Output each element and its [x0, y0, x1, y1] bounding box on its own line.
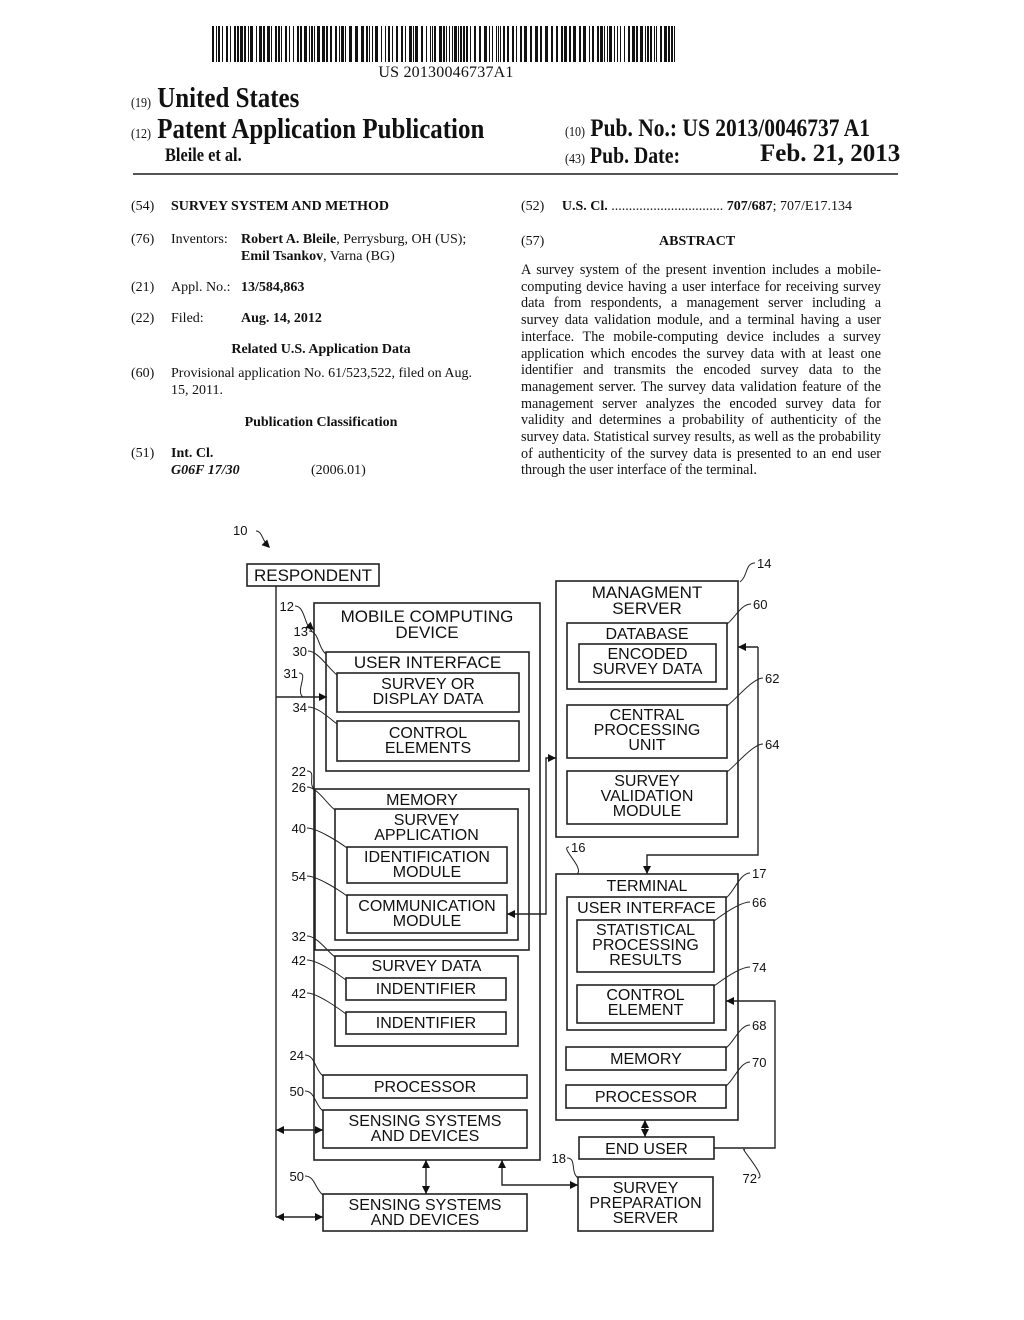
stat-results-label: RESULTS	[609, 952, 682, 969]
comm-mgmt-link	[507, 757, 556, 915]
terminal-enduser-link-arrowhead	[641, 1120, 649, 1128]
ref-numeral-survey-data: 32	[292, 929, 306, 944]
ref-numeral-validation: 64	[765, 737, 779, 752]
enduser-control-loop-arrowhead	[726, 997, 734, 1005]
leader-line	[304, 1175, 324, 1196]
ref-numeral-survey-app: 26	[292, 780, 306, 795]
sensing-inner-label: AND DEVICES	[371, 1128, 479, 1145]
ref-numeral-system: 10	[233, 523, 247, 538]
ref-numeral-sensing-outer: 50	[290, 1169, 304, 1184]
ref-numeral-survey-prep: 18	[552, 1151, 566, 1166]
memory-label: MEMORY	[386, 792, 458, 809]
survey-prep-link-arrowhead	[570, 1181, 578, 1189]
leader-line	[306, 959, 347, 981]
sensing-inner-link-arrowhead	[276, 1126, 284, 1134]
ident-module-label: MODULE	[393, 864, 461, 881]
leader-line	[306, 935, 336, 958]
control-element-label: ELEMENT	[608, 1002, 684, 1019]
ref-numeral-sensing-inner: 50	[290, 1084, 304, 1099]
comm-module-label: MODULE	[393, 913, 461, 930]
cpu-label: UNIT	[628, 737, 666, 754]
mobile-sensing-link-arrowhead	[422, 1160, 430, 1168]
ref-numeral-terminal-memory: 68	[752, 1018, 766, 1033]
ref-numeral-mgmt-server: 14	[757, 556, 771, 571]
database-label: DATABASE	[606, 626, 689, 643]
mobile-label: DEVICE	[395, 623, 458, 642]
ref-numeral-terminal: 16	[571, 840, 585, 855]
mgmt-feedback-arrow-arrowhead	[738, 643, 746, 651]
ref-numeral-ident-module: 40	[292, 821, 306, 836]
leader-line	[713, 966, 751, 987]
terminal-enduser-link-arrowhead	[641, 1129, 649, 1137]
comm-mgmt-link-arrowhead	[507, 910, 515, 918]
sensing-outer-label: AND DEVICES	[371, 1212, 479, 1229]
survey-prep-link-arrowhead	[498, 1160, 506, 1168]
ref-numeral-identifier2: 42	[292, 986, 306, 1001]
terminal-ui-label: USER INTERFACE	[577, 900, 716, 917]
terminal-processor-label: PROCESSOR	[595, 1089, 697, 1106]
mgmt-server-label: SERVER	[612, 599, 682, 618]
ref-numeral-mobile: 12	[280, 599, 294, 614]
system-ref-arrowhead	[261, 539, 270, 548]
leader-line	[306, 992, 347, 1015]
survey-data-label: SURVEY DATA	[372, 958, 482, 975]
ref-numeral-loop72: 72	[743, 1171, 757, 1186]
leader-line	[739, 562, 756, 583]
mgmt-terminal-link	[646, 647, 759, 874]
leader-line	[566, 1157, 579, 1179]
respondent-label: RESPONDENT	[254, 566, 372, 585]
validation-label: MODULE	[613, 803, 681, 820]
comm-mgmt-link-arrowhead	[548, 754, 556, 762]
ref-numeral-database: 60	[753, 597, 767, 612]
leader-line	[306, 827, 348, 849]
ref-numeral-terminal-processor: 70	[752, 1055, 766, 1070]
mobile-sensing-link-arrowhead	[422, 1186, 430, 1194]
processor-label: PROCESSOR	[374, 1079, 476, 1096]
leader-line	[308, 630, 327, 655]
sensing-outer-link-arrowhead	[276, 1213, 284, 1221]
identifier2-label: INDENTIFIER	[376, 1015, 476, 1032]
leader-line	[306, 875, 348, 897]
control-elements-label: ELEMENTS	[385, 740, 471, 757]
leader-line	[726, 603, 752, 625]
leader-line	[307, 706, 338, 725]
survey-app-label: APPLICATION	[374, 827, 479, 844]
leader-line	[298, 672, 304, 698]
ref-numeral-processor: 24	[290, 1048, 304, 1063]
ref-numeral-control-elements: 34	[293, 700, 307, 715]
leader-line	[307, 650, 338, 676]
ref-numeral-control-element: 74	[752, 960, 766, 975]
terminal-label: TERMINAL	[607, 878, 688, 895]
survey-prep-label: SERVER	[613, 1210, 679, 1227]
ref-numeral-memory: 22	[292, 764, 306, 779]
identifier1-label: INDENTIFIER	[376, 981, 476, 998]
terminal-memory-label: MEMORY	[610, 1051, 682, 1068]
leader-line	[306, 786, 336, 811]
ref-numeral-stat-results: 66	[752, 895, 766, 910]
ref-numeral-comm-module: 54	[292, 869, 306, 884]
mgmt-terminal-link-arrowhead	[643, 866, 651, 874]
mobile-ui-label: USER INTERFACE	[354, 653, 501, 672]
ref-numeral-cpu: 62	[765, 671, 779, 686]
survey-prep-link	[501, 1160, 578, 1186]
ref-numeral-terminal-ui: 17	[752, 866, 766, 881]
end-user-label: END USER	[605, 1141, 688, 1158]
ref-numeral-arrow31: 31	[284, 666, 298, 681]
ref-numeral-survey-display: 30	[293, 644, 307, 659]
system-diagram: 10RESPONDENT31MOBILE COMPUTINGDEVICE12US…	[233, 523, 779, 1232]
ref-numeral-identifier1: 42	[292, 953, 306, 968]
sensing-outer-link-arrowhead	[315, 1213, 323, 1221]
sensing-inner-link-arrowhead	[315, 1126, 323, 1134]
ref-numeral-mobile-ui: 13	[294, 624, 308, 639]
encoded-data-label: SURVEY DATA	[593, 661, 703, 678]
survey-display-label: DISPLAY DATA	[373, 691, 484, 708]
leader-line	[713, 901, 751, 922]
